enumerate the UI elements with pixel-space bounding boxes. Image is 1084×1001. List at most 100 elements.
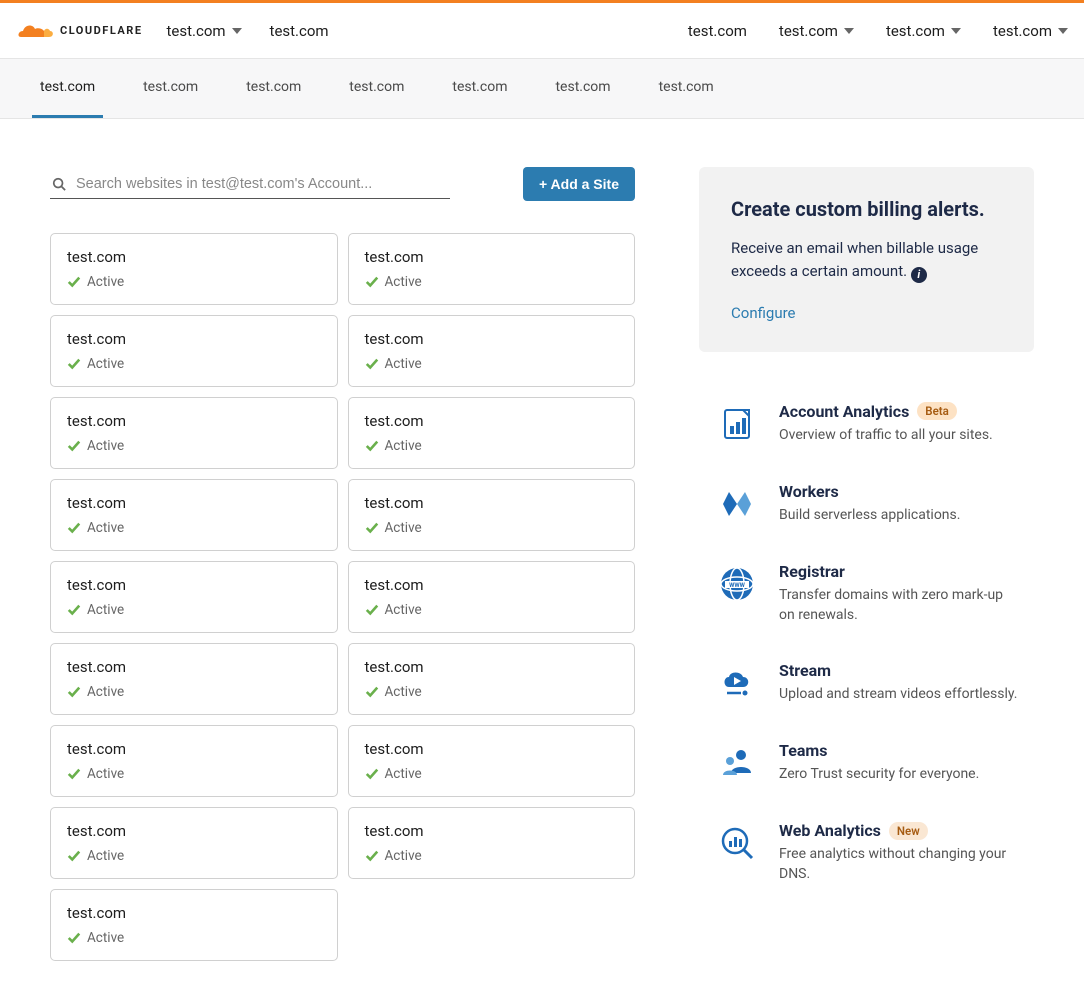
site-card[interactable]: test.comActive	[50, 889, 338, 961]
site-card[interactable]: test.comActive	[348, 233, 636, 305]
subnav-tab-0[interactable]: test.com	[32, 59, 103, 118]
site-card[interactable]: test.comActive	[348, 725, 636, 797]
site-status-label: Active	[87, 684, 124, 700]
feature-item-registrar[interactable]: WWWRegistrarTransfer domains with zero m…	[715, 544, 1018, 644]
feature-description: Transfer domains with zero mark-up on re…	[779, 585, 1018, 626]
sites-grid: test.com Active test.com Active test.com Acti…	[50, 233, 635, 961]
feature-title-text: Account Analytics	[779, 402, 909, 421]
feature-body: StreamUpload and stream videos effortles…	[779, 661, 1018, 705]
site-name: test.com	[67, 330, 321, 348]
site-name: test.com	[67, 822, 321, 840]
site-card[interactable]: test.com Active	[348, 561, 636, 633]
header-left: test.com test.com	[167, 22, 329, 40]
site-status: Active	[365, 684, 619, 700]
header-right-item-label: test.com	[886, 22, 945, 40]
site-card[interactable]: test.comActive	[348, 397, 636, 469]
site-status: Active	[365, 766, 619, 782]
logo-text: CLOUDFLARE	[60, 24, 143, 37]
subnav-tab-6[interactable]: test.com	[651, 59, 722, 118]
feature-item-workers[interactable]: WorkersBuild serverless applications.	[715, 464, 1018, 544]
check-icon	[365, 849, 379, 863]
site-card[interactable]: test.comActive	[348, 479, 636, 551]
site-card[interactable]: test.comActive	[348, 643, 636, 715]
site-card[interactable]: test.comActive	[348, 807, 636, 879]
site-name: test.com	[67, 248, 321, 266]
site-card[interactable]: test.comActive	[50, 397, 338, 469]
subnav-tab-3[interactable]: test.com	[341, 59, 412, 118]
feature-item-teams[interactable]: TeamsZero Trust security for everyone.	[715, 723, 1018, 803]
add-site-button[interactable]: + Add a Site	[523, 167, 635, 201]
subnav: test.com test.com test.com test.com test.com…	[0, 59, 1084, 119]
header-right-item-2[interactable]: test.com	[886, 22, 961, 40]
site-card[interactable]: test.comActive	[50, 725, 338, 797]
feature-item-analytics[interactable]: Account AnalyticsBetaOverview of traffic…	[715, 384, 1018, 464]
logo[interactable]: CLOUDFLARE	[16, 19, 143, 43]
cloudflare-logo-icon	[16, 19, 58, 43]
site-card[interactable]: test.com Active	[50, 643, 338, 715]
teams-icon	[715, 741, 759, 785]
site-name: test.com	[365, 576, 619, 594]
feature-body: Web AnalyticsNewFree analytics without c…	[779, 821, 1018, 885]
feature-title: Teams	[779, 741, 1018, 760]
site-card[interactable]: test.comActive	[50, 561, 338, 633]
subnav-tab-5[interactable]: test.com	[547, 59, 618, 118]
feature-description: Free analytics without changing your DNS…	[779, 844, 1018, 885]
site-status-label: Active	[87, 520, 124, 536]
search-icon	[52, 177, 66, 191]
header-left-item-1[interactable]: test.com	[270, 22, 329, 40]
check-icon	[365, 439, 379, 453]
chevron-down-icon	[1058, 28, 1068, 34]
site-status-label: Active	[87, 274, 124, 290]
site-card[interactable]: test.comActive	[50, 479, 338, 551]
site-status-label: Active	[87, 602, 124, 618]
search-input[interactable]	[76, 176, 448, 192]
site-card[interactable]: test.comActive	[50, 315, 338, 387]
site-status-label: Active	[385, 848, 422, 864]
header-left-item-label: test.com	[167, 22, 226, 40]
registrar-icon: WWW	[715, 562, 759, 606]
site-status: Active	[67, 274, 321, 290]
site-status: Active	[67, 848, 321, 864]
search-row: + Add a Site	[50, 167, 635, 201]
check-icon	[67, 685, 81, 699]
promo-title: Create custom billing alerts.	[731, 197, 1002, 221]
subnav-tab-2[interactable]: test.com	[238, 59, 309, 118]
billing-alerts-promo: Create custom billing alerts. Receive an…	[699, 167, 1034, 352]
check-icon	[67, 275, 81, 289]
subnav-tab-4[interactable]: test.com	[444, 59, 515, 118]
check-icon	[365, 767, 379, 781]
site-card[interactable]: test.com Active	[50, 233, 338, 305]
header-right-item-0[interactable]: test.com	[688, 22, 747, 40]
site-name: test.com	[67, 658, 321, 676]
site-status: Active	[67, 766, 321, 782]
site-status-label: Active	[385, 684, 422, 700]
check-icon	[67, 357, 81, 371]
subnav-tab-1[interactable]: test.com	[135, 59, 206, 118]
feature-title-text: Teams	[779, 741, 827, 760]
feature-title: Workers	[779, 482, 1018, 501]
info-icon[interactable]: i	[911, 267, 927, 283]
site-status: Active	[365, 274, 619, 290]
site-name: test.com	[67, 412, 321, 430]
search-box[interactable]	[50, 170, 450, 199]
site-status-label: Active	[87, 848, 124, 864]
feature-title: Stream	[779, 661, 1018, 680]
site-name: test.com	[365, 412, 619, 430]
check-icon	[365, 357, 379, 371]
header-right-item-1[interactable]: test.com	[779, 22, 854, 40]
header-right-item-3[interactable]: test.com	[993, 22, 1068, 40]
site-status-label: Active	[385, 602, 422, 618]
configure-link[interactable]: Configure	[731, 304, 1002, 322]
site-card[interactable]: test.com Active	[50, 807, 338, 879]
feature-item-webanalytics[interactable]: Web AnalyticsNewFree analytics without c…	[715, 803, 1018, 903]
site-status-label: Active	[385, 766, 422, 782]
check-icon	[67, 849, 81, 863]
site-status: Active	[365, 520, 619, 536]
badge-beta: Beta	[917, 402, 957, 420]
check-icon	[365, 275, 379, 289]
check-icon	[365, 685, 379, 699]
site-card[interactable]: test.comActive	[348, 315, 636, 387]
feature-title-text: Workers	[779, 482, 839, 501]
feature-item-stream[interactable]: StreamUpload and stream videos effortles…	[715, 643, 1018, 723]
header-left-item-0[interactable]: test.com	[167, 22, 242, 40]
